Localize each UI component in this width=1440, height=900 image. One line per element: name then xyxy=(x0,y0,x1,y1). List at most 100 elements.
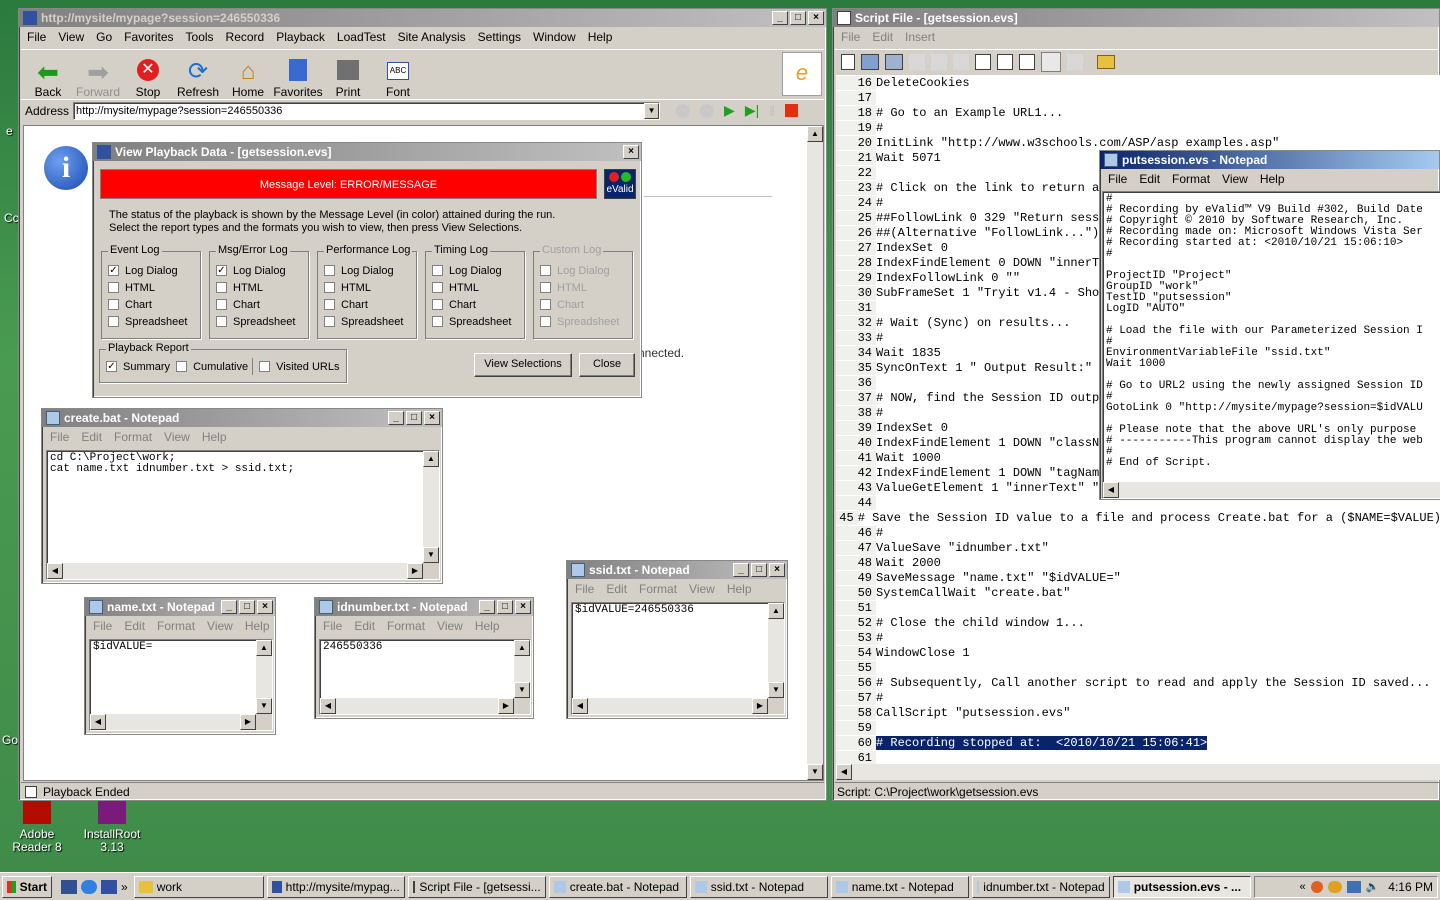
event-log-html-checkbox[interactable]: HTML xyxy=(102,279,200,296)
script-line[interactable]: 51 xyxy=(836,600,1440,615)
script-line[interactable]: 48 Wait 2000 xyxy=(836,555,1440,570)
show-desktop-icon[interactable] xyxy=(61,879,77,894)
menu-file[interactable]: File xyxy=(1102,172,1133,186)
msg-log-dialog-checkbox[interactable]: ✓ Log Dialog xyxy=(210,262,308,279)
scroll-right-button[interactable]: ▶ xyxy=(240,714,256,730)
refresh-button[interactable]: ⟳ Refresh xyxy=(173,55,223,100)
browser-titlebar[interactable]: http://mysite/mypage?session=246550336 _… xyxy=(19,9,826,27)
notepad-text-area[interactable]: cd C:\Project\work; cat name.txt idnumbe… xyxy=(46,450,440,580)
scroll-down-button[interactable]: ▼ xyxy=(256,698,272,714)
script-line[interactable]: 46 # xyxy=(836,525,1440,540)
script-line[interactable]: 55 xyxy=(836,660,1440,675)
menu-playback[interactable]: Playback xyxy=(270,30,331,44)
pause-button[interactable]: ‖ xyxy=(769,103,775,119)
timing-log-chart-checkbox[interactable]: Chart xyxy=(426,296,524,313)
script-line[interactable]: 17 xyxy=(836,90,1440,105)
menu-help[interactable]: Help xyxy=(469,619,506,633)
script-line[interactable]: 53 # xyxy=(836,630,1440,645)
document-list-icon[interactable] xyxy=(997,53,1013,70)
menu-help[interactable]: Help xyxy=(582,30,619,44)
notepad-titlebar[interactable]: create.bat - Notepad _ □ × xyxy=(42,409,442,427)
hscroll[interactable]: ◀ ▶ xyxy=(320,698,514,714)
script-line[interactable]: 49 SaveMessage "name.txt" "$idVALUE=" xyxy=(836,570,1440,585)
notepad-text-area[interactable]: 246550336 ▲ ▼ ◀ ▶ xyxy=(319,639,531,715)
print-button[interactable]: Print xyxy=(323,55,373,99)
timing-log-html-checkbox[interactable]: HTML xyxy=(426,279,524,296)
notepad-titlebar[interactable]: name.txt - Notepad _ □ × xyxy=(85,598,275,616)
line-numbers-icon[interactable] xyxy=(1041,51,1061,72)
scroll-left-button[interactable]: ◀ xyxy=(47,563,63,579)
dialog-titlebar[interactable]: View Playback Data - [getsession.evs] × xyxy=(93,143,641,161)
view-selections-button[interactable]: View Selections xyxy=(474,353,572,377)
vscroll[interactable]: ▲ ▼ xyxy=(768,603,784,698)
scroll-right-button[interactable]: ▶ xyxy=(498,698,514,714)
script-line[interactable]: 45 # Save the Session ID value to a file … xyxy=(836,510,1440,525)
scroll-up-button[interactable]: ▲ xyxy=(514,640,530,656)
menu-file[interactable]: File xyxy=(569,582,600,596)
menu-record[interactable]: Record xyxy=(220,30,271,44)
scroll-left-button[interactable]: ◀ xyxy=(572,698,588,714)
network-icon[interactable] xyxy=(1346,880,1361,893)
settings-icon[interactable] xyxy=(1067,53,1083,70)
menu-insert[interactable]: Insert xyxy=(899,30,941,44)
script-line[interactable]: 18 # Go to an Example URL1... xyxy=(836,105,1440,120)
scroll-right-button[interactable]: ▶ xyxy=(407,563,423,579)
perf-log-spreadsheet-checkbox[interactable]: Spreadsheet xyxy=(318,313,416,330)
document-icon[interactable] xyxy=(975,53,991,70)
menu-format[interactable]: Format xyxy=(381,619,431,633)
menu-format[interactable]: Format xyxy=(633,582,683,596)
script-line[interactable]: 57 # xyxy=(836,690,1440,705)
installroot-desktop-icon[interactable]: InstallRoot 3.13 xyxy=(80,800,144,854)
notepad-titlebar[interactable]: ssid.txt - Notepad _ □ × xyxy=(567,561,787,579)
menu-help[interactable]: Help xyxy=(196,430,233,444)
menu-edit[interactable]: Edit xyxy=(600,582,633,596)
hscroll[interactable]: ◀ ▶ xyxy=(572,698,768,714)
script-titlebar[interactable]: Script File - [getsession.evs] xyxy=(833,9,1439,27)
menu-loadtest[interactable]: LoadTest xyxy=(331,30,392,44)
script-line[interactable]: 60 # Recording stopped at: <2010/10/21 15… xyxy=(836,735,1440,750)
minimize-button[interactable]: _ xyxy=(479,600,495,614)
save-file-icon[interactable] xyxy=(885,53,903,70)
menu-view[interactable]: View xyxy=(1216,172,1254,186)
stop-playback-button[interactable] xyxy=(785,104,799,117)
hscroll[interactable]: ◀ ▶ xyxy=(47,563,423,579)
scroll-left-button[interactable]: ◀ xyxy=(320,698,336,714)
volume-icon[interactable]: 🔈 xyxy=(1366,880,1380,893)
resize-grip[interactable] xyxy=(256,714,272,730)
script-line[interactable]: 19 # xyxy=(836,120,1440,135)
clock[interactable]: 4:16 PM xyxy=(1388,880,1433,894)
minimize-button[interactable]: _ xyxy=(772,11,788,25)
menu-format[interactable]: Format xyxy=(1166,172,1216,186)
font-button[interactable]: ABC Font xyxy=(373,55,423,99)
maximize-button[interactable]: □ xyxy=(790,11,806,25)
vscroll[interactable]: ▲ ▼ xyxy=(514,640,530,698)
address-dropdown-button[interactable]: ▼ xyxy=(644,102,660,119)
menu-favorites[interactable]: Favorites xyxy=(118,30,179,44)
script-line[interactable]: 16 DeleteCookies xyxy=(836,75,1440,90)
close-button[interactable]: × xyxy=(515,600,531,614)
close-button[interactable]: × xyxy=(769,563,785,577)
maximize-button[interactable]: □ xyxy=(751,563,767,577)
menu-help[interactable]: Help xyxy=(239,619,276,633)
copy-icon[interactable] xyxy=(931,53,947,70)
script-line[interactable]: 47 ValueSave "idnumber.txt" xyxy=(836,540,1440,555)
hscroll[interactable]: ◀ ▶ xyxy=(90,714,256,730)
menu-help[interactable]: Help xyxy=(721,582,758,596)
perf-log-html-checkbox[interactable]: HTML xyxy=(318,279,416,296)
task-name-txt[interactable]: name.txt - Notepad xyxy=(830,875,969,898)
menu-file[interactable]: File xyxy=(21,30,52,44)
script-line[interactable]: 61 xyxy=(836,750,1440,765)
scroll-up-button[interactable]: ▲ xyxy=(807,126,823,142)
vscroll[interactable]: ▲ ▼ xyxy=(256,640,272,714)
menu-tools[interactable]: Tools xyxy=(180,30,220,44)
scroll-up-button[interactable]: ▲ xyxy=(423,451,439,467)
msg-log-html-checkbox[interactable]: HTML xyxy=(210,279,308,296)
close-button[interactable]: × xyxy=(424,411,440,425)
task-browser[interactable]: http://mysite/mypag... xyxy=(266,875,405,898)
notepad-titlebar[interactable]: idnumber.txt - Notepad _ □ × xyxy=(315,598,533,616)
menu-file[interactable]: File xyxy=(835,30,866,44)
delete-icon[interactable] xyxy=(953,53,969,70)
script-line[interactable]: 59 xyxy=(836,720,1440,735)
scroll-left-button[interactable]: ◀ xyxy=(836,764,852,780)
ie-icon[interactable] xyxy=(81,879,97,894)
